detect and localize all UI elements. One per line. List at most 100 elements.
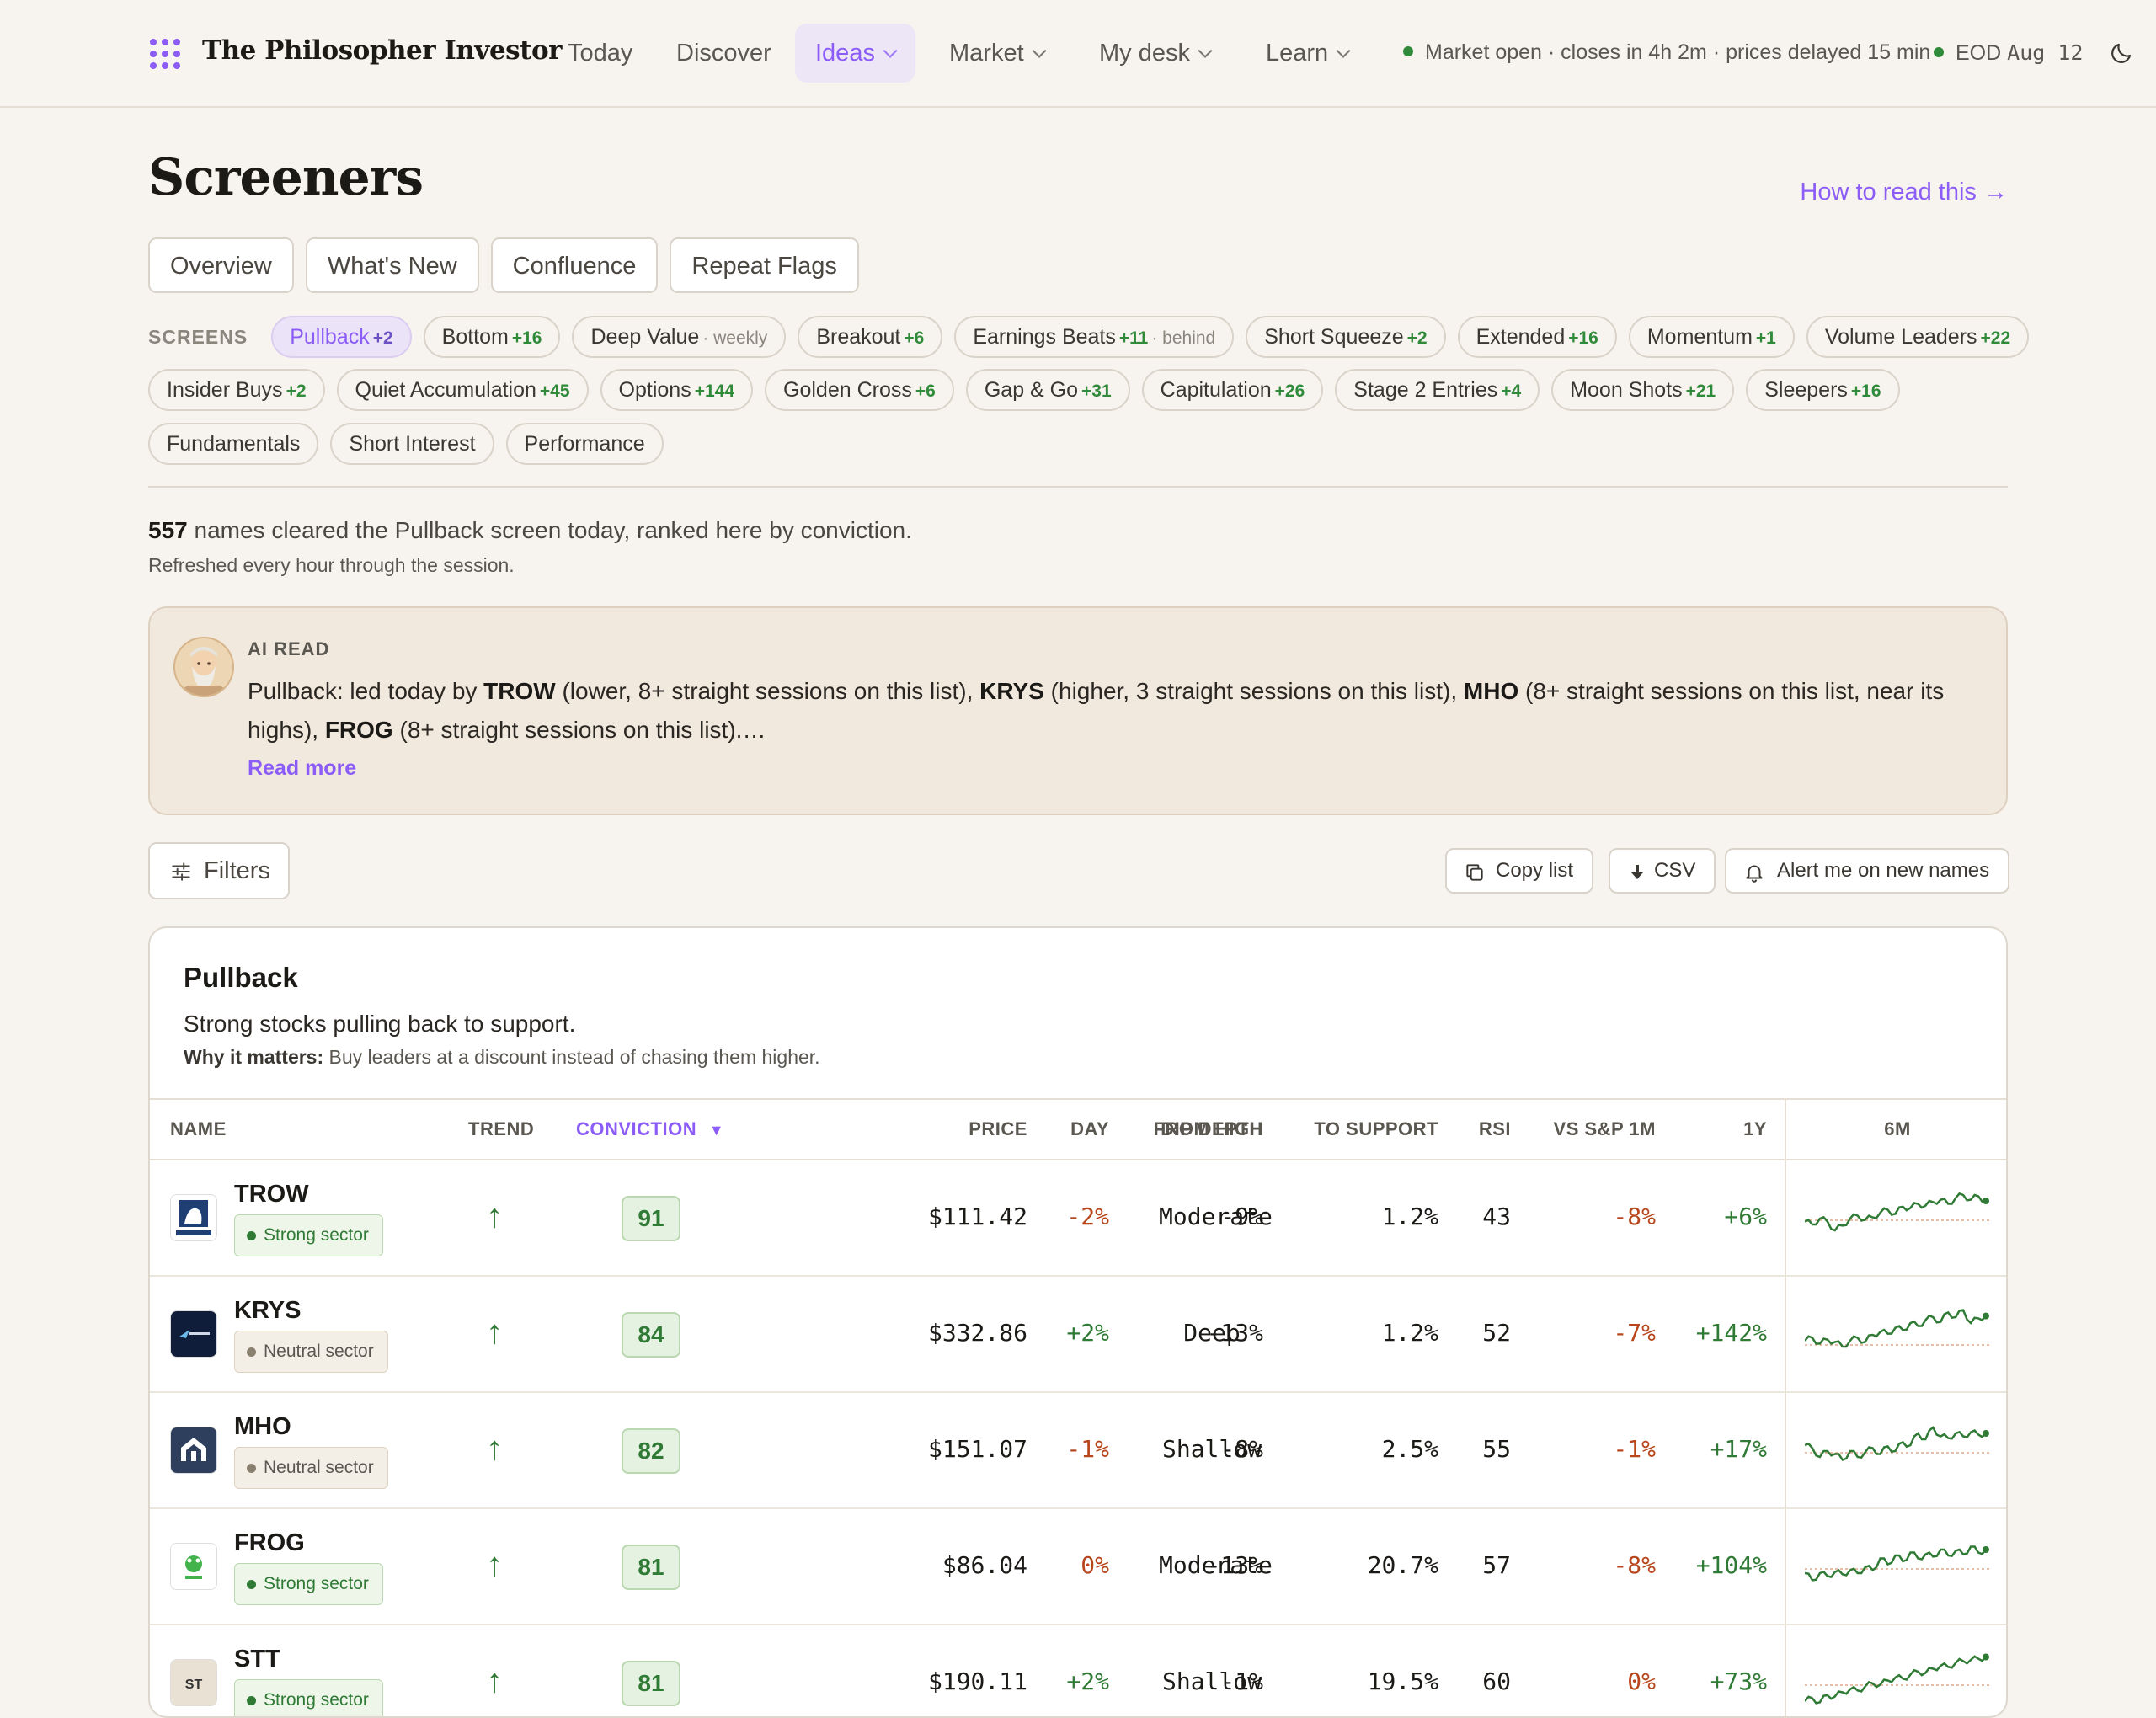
copy-list-button[interactable]: Copy list <box>1445 848 1594 894</box>
ticker-symbol[interactable]: KRYS <box>234 1297 302 1325</box>
ticker-symbol[interactable]: STT <box>234 1646 280 1673</box>
col-price[interactable]: PRICE <box>969 1118 1027 1140</box>
dip-depth-value: Moderate <box>1159 1203 1273 1230</box>
col-1y[interactable]: 1Y <box>1743 1118 1767 1140</box>
company-logo <box>170 1427 217 1474</box>
day-change: -1% <box>1066 1435 1109 1463</box>
vs-sp-1m-value: -8% <box>1613 1551 1656 1579</box>
screen-pill-fundamentals[interactable]: Fundamentals <box>148 423 319 465</box>
eod-date: Aug 12 <box>2007 40 2084 65</box>
nav-ideas[interactable]: Ideas <box>795 24 915 83</box>
screen-pill-capitulation[interactable]: Capitulation +26 <box>1141 369 1324 411</box>
col-6m[interactable]: 6M <box>1785 1118 2006 1140</box>
trend-up-arrow-icon: ↑ <box>486 1662 503 1699</box>
alert-new-names-button[interactable]: Alert me on new names <box>1725 848 2010 894</box>
screen-pill-quiet-accumulation[interactable]: Quiet Accumulation +45 <box>336 369 589 411</box>
tab-whats-new[interactable]: What's New <box>305 237 479 293</box>
screen-pill-moon-shots[interactable]: Moon Shots +21 <box>1551 369 1735 411</box>
why-label: Why it matters: <box>184 1046 324 1068</box>
conviction-score: 81 <box>622 1661 680 1706</box>
col-to-support[interactable]: TO SUPPORT <box>1314 1118 1438 1140</box>
col-conviction[interactable]: CONVICTION ▼ <box>576 1118 724 1140</box>
nav-learn[interactable]: Learn <box>1246 24 1369 83</box>
screen-pill-momentum[interactable]: Momentum +1 <box>1628 316 1795 358</box>
apps-grid-icon[interactable] <box>150 39 180 69</box>
to-support-value: 19.5% <box>1367 1667 1438 1695</box>
col-trend[interactable]: TREND <box>468 1118 534 1140</box>
table-row[interactable]: KRYS Neutral sector ↑ 84 $332.86 +2% -13% Deep 1… <box>150 1277 2006 1393</box>
screen-pill-insider-buys[interactable]: Insider Buys +2 <box>148 369 325 411</box>
screens-row-1: SCREENS Pullback +2 Bottom +16 Deep Value ·… <box>148 316 2030 358</box>
price-value: $332.86 <box>927 1319 1027 1347</box>
screen-pill-sleepers[interactable]: Sleepers +16 <box>1746 369 1900 411</box>
ai-text-part: (8+ straight sessions on this list).… <box>392 717 766 743</box>
screen-count: +16 <box>511 328 542 348</box>
brand-name[interactable]: The Philosopher Investor <box>202 35 562 66</box>
rsi-value: 57 <box>1482 1551 1511 1579</box>
ticker-symbol[interactable]: MHO <box>234 1413 291 1441</box>
screen-name: Short Interest <box>349 432 476 456</box>
read-more-link[interactable]: Read more <box>248 756 356 781</box>
screen-pill-pullback[interactable]: Pullback +2 <box>271 316 412 358</box>
screen-pill-breakout[interactable]: Breakout +6 <box>798 316 943 358</box>
table-row[interactable]: ST STT Strong sector ↑ 81 $190.11 +2% -1% Shallo… <box>150 1625 2006 1716</box>
ticker-symbol[interactable]: FROG <box>234 1529 305 1557</box>
price-value: $151.07 <box>927 1435 1027 1463</box>
screen-name: Bottom <box>441 325 509 349</box>
screen-pill-gap-and-go[interactable]: Gap & Go +31 <box>965 369 1130 411</box>
to-support-value: 20.7% <box>1367 1551 1438 1579</box>
screen-pill-bottom[interactable]: Bottom +16 <box>423 316 561 358</box>
table-row[interactable]: TROW Strong sector ↑ 91 $111.42 -2% -9% Moderat… <box>150 1160 2006 1277</box>
screen-pill-short-squeeze[interactable]: Short Squeeze +2 <box>1246 316 1446 358</box>
csv-download-button[interactable]: CSV <box>1609 848 1716 894</box>
screen-pill-performance[interactable]: Performance <box>505 423 664 465</box>
col-name[interactable]: NAME <box>170 1118 227 1140</box>
company-logo: ST <box>170 1659 217 1706</box>
nav-today[interactable]: Today <box>547 24 653 83</box>
company-logo <box>170 1194 217 1241</box>
ai-read-panel: AI READ Pullback: led today by TROW (low… <box>148 606 2008 815</box>
col-day[interactable]: DAY <box>1070 1118 1109 1140</box>
how-to-read-link[interactable]: How to read this → <box>1800 179 2008 206</box>
screen-pill-short-interest[interactable]: Short Interest <box>330 423 494 465</box>
nav-label: Discover <box>676 40 771 67</box>
why-text: Buy leaders at a discount instead of cha… <box>323 1046 820 1068</box>
screen-pill-stage-2-entries[interactable]: Stage 2 Entries +4 <box>1335 369 1540 411</box>
screen-pill-options[interactable]: Options +144 <box>600 369 754 411</box>
screen-pill-deep-value[interactable]: Deep Value · weekly <box>572 316 787 358</box>
screen-name: Breakout <box>816 325 901 349</box>
trend-up-arrow-icon: ↑ <box>486 1198 503 1235</box>
screens-label: SCREENS <box>148 325 248 348</box>
nav-my-desk[interactable]: My desk <box>1079 24 1230 83</box>
screen-count: +2 <box>1406 328 1428 348</box>
ai-read-label: AI READ <box>248 638 330 659</box>
screen-name: Fundamentals <box>167 432 301 456</box>
dark-mode-moon-icon[interactable] <box>2109 40 2134 66</box>
tab-overview[interactable]: Overview <box>148 237 294 293</box>
ai-read-text: Pullback: led today by TROW (lower, 8+ s… <box>248 672 1966 750</box>
screen-pill-extended[interactable]: Extended +16 <box>1457 316 1617 358</box>
ticker-symbol[interactable]: TROW <box>234 1181 309 1208</box>
nav-discover[interactable]: Discover <box>656 24 792 83</box>
market-status-text: Market open · closes in 4h 2m · prices d… <box>1425 40 1931 64</box>
screen-name: Golden Cross <box>783 378 912 402</box>
to-support-value: 1.2% <box>1381 1203 1438 1230</box>
screen-pill-earnings-beats[interactable]: Earnings Beats +11 · behind <box>954 316 1235 358</box>
tab-confluence[interactable]: Confluence <box>490 237 659 293</box>
col-vs-sp-1m[interactable]: VS S&P 1M <box>1554 1118 1656 1140</box>
screen-pill-volume-leaders[interactable]: Volume Leaders +22 <box>1806 316 2030 358</box>
col-rsi[interactable]: RSI <box>1479 1118 1511 1140</box>
table-row[interactable]: FROG Strong sector ↑ 81 $86.04 0% -13% Moderate… <box>150 1509 2006 1625</box>
col-dip-depth[interactable]: DIP DEPTH <box>1159 1118 1265 1140</box>
tab-repeat-flags[interactable]: Repeat Flags <box>670 237 859 293</box>
screen-pill-golden-cross[interactable]: Golden Cross +6 <box>765 369 954 411</box>
screen-count: +6 <box>915 381 936 401</box>
screen-name: Moon Shots <box>1570 378 1683 402</box>
sparkline-6m <box>1805 1426 1990 1462</box>
screen-name: Options <box>618 378 691 402</box>
refresh-note: Refreshed every hour through the session… <box>148 554 515 576</box>
table-row[interactable]: MHO Neutral sector ↑ 82 $151.07 -1% -8% Shallow… <box>150 1393 2006 1509</box>
filters-button[interactable]: Filters <box>148 842 290 899</box>
screen-name: Gap & Go <box>984 378 1079 402</box>
nav-market[interactable]: Market <box>929 24 1065 83</box>
